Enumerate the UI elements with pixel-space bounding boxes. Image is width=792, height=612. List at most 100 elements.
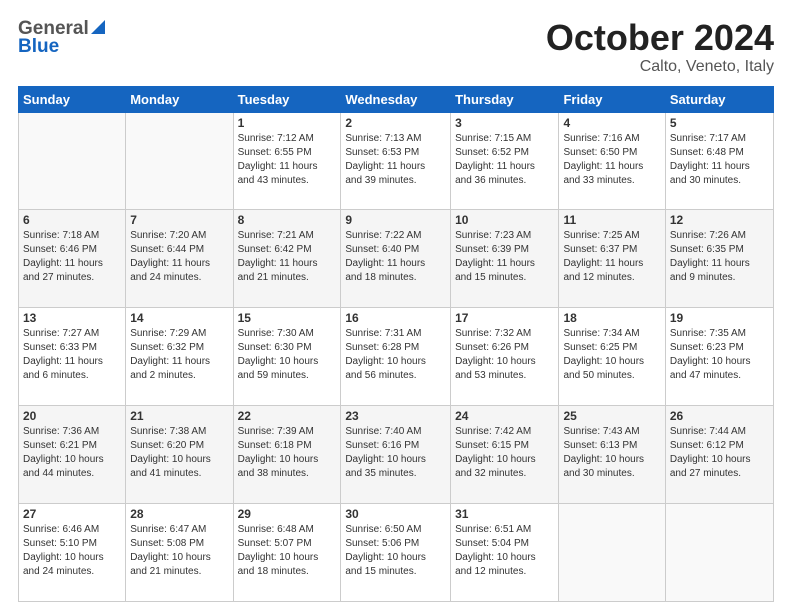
day-detail: Daylight: 11 hours xyxy=(345,160,446,174)
day-detail: and 32 minutes. xyxy=(455,467,554,481)
day-number: 24 xyxy=(455,409,554,423)
day-detail: Daylight: 10 hours xyxy=(345,551,446,565)
day-detail: and 50 minutes. xyxy=(563,369,660,383)
day-detail: Daylight: 11 hours xyxy=(130,355,228,369)
day-info: Sunrise: 7:13 AMSunset: 6:53 PMDaylight:… xyxy=(345,132,446,188)
day-detail: and 24 minutes. xyxy=(23,565,121,579)
day-number: 7 xyxy=(130,213,228,227)
calendar: Sunday Monday Tuesday Wednesday Thursday… xyxy=(18,86,774,602)
day-cell: 28Sunrise: 6:47 AMSunset: 5:08 PMDayligh… xyxy=(126,504,233,602)
day-detail: Sunset: 5:04 PM xyxy=(455,537,554,551)
logo-blue: Blue xyxy=(18,36,59,58)
day-info: Sunrise: 7:25 AMSunset: 6:37 PMDaylight:… xyxy=(563,229,660,285)
day-detail: Daylight: 10 hours xyxy=(455,453,554,467)
col-saturday: Saturday xyxy=(665,86,773,112)
day-cell: 10Sunrise: 7:23 AMSunset: 6:39 PMDayligh… xyxy=(451,210,559,308)
day-detail: Sunrise: 7:43 AM xyxy=(563,425,660,439)
day-cell xyxy=(19,112,126,210)
day-cell: 3Sunrise: 7:15 AMSunset: 6:52 PMDaylight… xyxy=(451,112,559,210)
day-info: Sunrise: 7:32 AMSunset: 6:26 PMDaylight:… xyxy=(455,327,554,383)
calendar-table: Sunday Monday Tuesday Wednesday Thursday… xyxy=(18,86,774,602)
day-cell: 1Sunrise: 7:12 AMSunset: 6:55 PMDaylight… xyxy=(233,112,341,210)
day-detail: and 15 minutes. xyxy=(455,271,554,285)
day-number: 29 xyxy=(238,507,337,521)
day-cell: 23Sunrise: 7:40 AMSunset: 6:16 PMDayligh… xyxy=(341,406,451,504)
day-cell: 14Sunrise: 7:29 AMSunset: 6:32 PMDayligh… xyxy=(126,308,233,406)
week-row-5: 27 Sunrise: 6:46 AMSunset: 5:10 PMDayligh… xyxy=(19,504,774,602)
day-cell: 8Sunrise: 7:21 AMSunset: 6:42 PMDaylight… xyxy=(233,210,341,308)
day-number: 19 xyxy=(670,311,769,325)
day-info: Sunrise: 7:22 AMSunset: 6:40 PMDaylight:… xyxy=(345,229,446,285)
day-detail: Daylight: 11 hours xyxy=(23,355,121,369)
day-detail: Sunrise: 6:47 AM xyxy=(130,523,228,537)
month-title: October 2024 xyxy=(546,18,774,58)
day-cell: 13Sunrise: 7:27 AMSunset: 6:33 PMDayligh… xyxy=(19,308,126,406)
day-detail: and 12 minutes. xyxy=(455,565,554,579)
day-number: 20 xyxy=(23,409,121,423)
day-detail: and 2 minutes. xyxy=(130,369,228,383)
day-detail: Daylight: 10 hours xyxy=(238,551,337,565)
day-detail: Sunrise: 7:20 AM xyxy=(130,229,228,243)
day-info: Sunrise: 7:43 AMSunset: 6:13 PMDaylight:… xyxy=(563,425,660,481)
day-detail: and 12 minutes. xyxy=(563,271,660,285)
day-detail: Sunset: 5:06 PM xyxy=(345,537,446,551)
day-detail: Sunset: 6:12 PM xyxy=(670,439,769,453)
day-detail: Sunset: 6:13 PM xyxy=(563,439,660,453)
day-detail: Daylight: 11 hours xyxy=(345,257,446,271)
day-info: Sunrise: 7:12 AMSunset: 6:55 PMDaylight:… xyxy=(238,132,337,188)
day-detail: Sunrise: 7:34 AM xyxy=(563,327,660,341)
day-detail: Sunset: 6:37 PM xyxy=(563,243,660,257)
day-detail: Sunrise: 7:39 AM xyxy=(238,425,337,439)
location: Calto, Veneto, Italy xyxy=(546,58,774,76)
day-number: 28 xyxy=(130,507,228,521)
day-cell: 16Sunrise: 7:31 AMSunset: 6:28 PMDayligh… xyxy=(341,308,451,406)
day-cell: 25Sunrise: 7:43 AMSunset: 6:13 PMDayligh… xyxy=(559,406,665,504)
day-detail: Daylight: 11 hours xyxy=(130,257,228,271)
day-detail: Sunset: 6:23 PM xyxy=(670,341,769,355)
day-detail: and 44 minutes. xyxy=(23,467,121,481)
day-info: Sunrise: 7:23 AMSunset: 6:39 PMDaylight:… xyxy=(455,229,554,285)
day-detail: Sunset: 6:32 PM xyxy=(130,341,228,355)
day-detail: Sunrise: 7:18 AM xyxy=(23,229,121,243)
day-detail: Sunset: 6:40 PM xyxy=(345,243,446,257)
day-detail: Daylight: 10 hours xyxy=(563,453,660,467)
day-detail: Sunset: 6:39 PM xyxy=(455,243,554,257)
week-row-2: 6Sunrise: 7:18 AMSunset: 6:46 PMDaylight… xyxy=(19,210,774,308)
day-detail: Daylight: 11 hours xyxy=(563,257,660,271)
day-cell: 29Sunrise: 6:48 AMSunset: 5:07 PMDayligh… xyxy=(233,504,341,602)
day-detail: and 33 minutes. xyxy=(563,174,660,188)
day-detail: Sunset: 6:16 PM xyxy=(345,439,446,453)
day-detail: Daylight: 11 hours xyxy=(455,257,554,271)
day-number: 8 xyxy=(238,213,337,227)
day-detail: Daylight: 10 hours xyxy=(670,355,769,369)
day-detail: and 21 minutes. xyxy=(238,271,337,285)
day-number: 17 xyxy=(455,311,554,325)
day-detail: Daylight: 10 hours xyxy=(130,453,228,467)
day-info: Sunrise: 7:39 AMSunset: 6:18 PMDaylight:… xyxy=(238,425,337,481)
day-detail: Daylight: 11 hours xyxy=(563,160,660,174)
day-info: Sunrise: 7:27 AMSunset: 6:33 PMDaylight:… xyxy=(23,327,121,383)
day-cell xyxy=(665,504,773,602)
day-number: 27 xyxy=(23,507,121,521)
day-number: 21 xyxy=(130,409,228,423)
day-detail: and 53 minutes. xyxy=(455,369,554,383)
day-detail: Sunrise: 7:32 AM xyxy=(455,327,554,341)
day-info: Sunrise: 6:46 AMSunset: 5:10 PMDaylight:… xyxy=(23,523,121,579)
day-detail: Sunrise: 6:51 AM xyxy=(455,523,554,537)
day-number: 9 xyxy=(345,213,446,227)
day-detail: and 59 minutes. xyxy=(238,369,337,383)
day-detail: Daylight: 11 hours xyxy=(238,160,337,174)
day-cell: 12Sunrise: 7:26 AMSunset: 6:35 PMDayligh… xyxy=(665,210,773,308)
day-detail: Daylight: 10 hours xyxy=(130,551,228,565)
day-detail: and 21 minutes. xyxy=(130,565,228,579)
day-detail: Sunset: 6:55 PM xyxy=(238,146,337,160)
day-info: Sunrise: 7:35 AMSunset: 6:23 PMDaylight:… xyxy=(670,327,769,383)
day-detail: Sunrise: 6:46 AM xyxy=(23,523,121,537)
day-detail: and 43 minutes. xyxy=(238,174,337,188)
day-detail: Sunrise: 7:12 AM xyxy=(238,132,337,146)
day-cell: 15Sunrise: 7:30 AMSunset: 6:30 PMDayligh… xyxy=(233,308,341,406)
day-detail: Sunset: 6:20 PM xyxy=(130,439,228,453)
day-detail: Sunrise: 7:30 AM xyxy=(238,327,337,341)
day-info: Sunrise: 7:31 AMSunset: 6:28 PMDaylight:… xyxy=(345,327,446,383)
col-tuesday: Tuesday xyxy=(233,86,341,112)
